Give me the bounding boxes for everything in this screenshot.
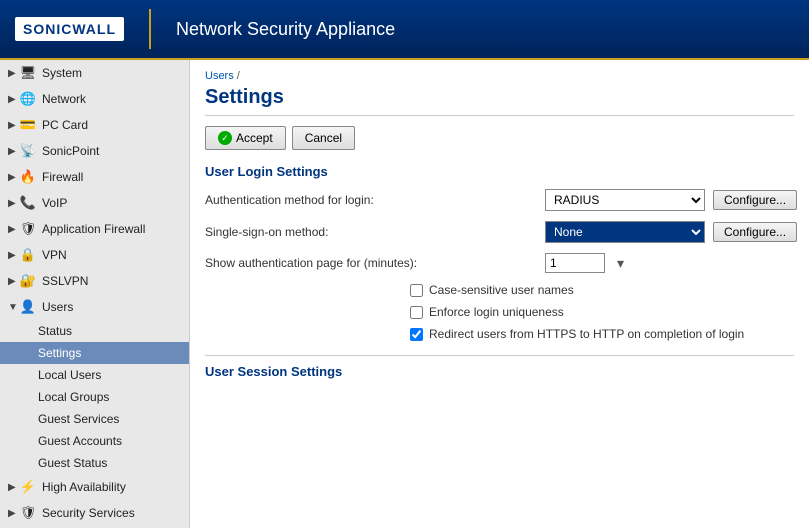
sidebar-item-security-services[interactable]: ▶ 🛡 Security Services [0, 500, 189, 526]
sidebar-sub-local-groups[interactable]: Local Groups [0, 386, 189, 408]
auth-method-control: RADIUS Local Users LDAP Configure... [545, 189, 797, 211]
arrow-network: ▶ [8, 94, 18, 105]
sidebar-item-sonicpoint[interactable]: ▶ 📡 SonicPoint [0, 138, 189, 164]
breadcrumb-separator: / [237, 70, 240, 82]
enforce-uniqueness-checkbox[interactable] [410, 306, 423, 319]
case-sensitive-checkbox[interactable] [410, 284, 423, 297]
page-title: Settings [205, 86, 794, 116]
app-firewall-icon: 🛡 [18, 221, 38, 237]
auth-method-row: Authentication method for login: RADIUS … [205, 189, 794, 211]
vpn-icon: 🔒 [18, 247, 38, 263]
accept-button[interactable]: ✓ Accept [205, 126, 286, 150]
user-login-section-title: User Login Settings [205, 164, 794, 179]
logo-area: SONICWALL Network Security Appliance [15, 9, 395, 49]
enforce-uniqueness-label: Enforce login uniqueness [429, 305, 564, 319]
logo-box: SONICWALL [15, 17, 124, 41]
spinner-icon[interactable]: ▾ [617, 255, 624, 272]
app-header: SONICWALL Network Security Appliance [0, 0, 809, 60]
arrow-sonicpoint: ▶ [8, 146, 18, 157]
sidebar-item-voip[interactable]: ▶ 📞 VoIP [0, 190, 189, 216]
auth-configure-button[interactable]: Configure... [713, 190, 797, 210]
arrow-firewall: ▶ [8, 172, 18, 183]
toolbar: ✓ Accept Cancel [205, 126, 794, 150]
sso-control: None SSO Agent Configure... [545, 221, 797, 243]
sso-row: Single-sign-on method: None SSO Agent Co… [205, 221, 794, 243]
sso-configure-button[interactable]: Configure... [713, 222, 797, 242]
sso-select[interactable]: None SSO Agent [545, 221, 705, 243]
show-auth-row: Show authentication page for (minutes): … [205, 253, 794, 273]
show-auth-input[interactable] [545, 253, 605, 273]
firewall-icon: 🔥 [18, 169, 38, 185]
checkbox-row-3: Redirect users from HTTPS to HTTP on com… [205, 327, 794, 341]
sidebar-item-pccard[interactable]: ▶ 💳 PC Card [0, 112, 189, 138]
sidebar: ▶ 🖥 System ▶ 🌐 Network ▶ 💳 PC Card ▶ 📡 S… [0, 60, 190, 528]
checkbox-row-2: Enforce login uniqueness [205, 305, 794, 319]
redirect-https-checkbox[interactable] [410, 328, 423, 341]
accept-icon: ✓ [218, 131, 232, 145]
sidebar-item-app-firewall[interactable]: ▶ 🛡 Application Firewall [0, 216, 189, 242]
breadcrumb: Users / [205, 70, 794, 82]
sidebar-sub-local-users[interactable]: Local Users [0, 364, 189, 386]
breadcrumb-parent[interactable]: Users [205, 70, 234, 82]
sidebar-item-system[interactable]: ▶ 🖥 System [0, 60, 189, 86]
sidebar-sub-guest-status[interactable]: Guest Status [0, 452, 189, 474]
sslvpn-icon: 🔐 [18, 273, 38, 289]
content-area: Users / Settings ✓ Accept Cancel User Lo… [190, 60, 809, 528]
logo-text: SONICWALL [23, 21, 116, 37]
users-icon: 👤 [18, 299, 38, 315]
case-sensitive-label: Case-sensitive user names [429, 283, 574, 297]
arrow-voip: ▶ [8, 198, 18, 209]
arrow-pccard: ▶ [8, 120, 18, 131]
system-icon: 🖥 [18, 65, 38, 81]
header-divider [149, 9, 151, 49]
cancel-button[interactable]: Cancel [292, 126, 355, 150]
checkbox-row-1: Case-sensitive user names [205, 283, 794, 297]
arrow-app-firewall: ▶ [8, 224, 18, 235]
voip-icon: 📞 [18, 195, 38, 211]
main-layout: ▶ 🖥 System ▶ 🌐 Network ▶ 💳 PC Card ▶ 📡 S… [0, 60, 809, 528]
arrow-users: ▼ [8, 302, 18, 313]
show-auth-label: Show authentication page for (minutes): [205, 256, 545, 270]
security-icon: 🛡 [18, 505, 38, 521]
sso-label: Single-sign-on method: [205, 225, 545, 239]
sidebar-item-vpn[interactable]: ▶ 🔒 VPN [0, 242, 189, 268]
ha-icon: ⚡ [18, 479, 38, 495]
app-title: Network Security Appliance [176, 19, 395, 40]
sidebar-item-firewall[interactable]: ▶ 🔥 Firewall [0, 164, 189, 190]
sidebar-item-sslvpn[interactable]: ▶ 🔐 SSLVPN [0, 268, 189, 294]
auth-method-select[interactable]: RADIUS Local Users LDAP [545, 189, 705, 211]
arrow-ha: ▶ [8, 482, 18, 493]
sidebar-sub-settings[interactable]: Settings [0, 342, 189, 364]
sidebar-sub-guest-services[interactable]: Guest Services [0, 408, 189, 430]
arrow-vpn: ▶ [8, 250, 18, 261]
sidebar-item-users[interactable]: ▼ 👤 Users [0, 294, 189, 320]
user-session-section-title: User Session Settings [205, 355, 794, 379]
arrow-system: ▶ [8, 68, 18, 79]
sonicpoint-icon: 📡 [18, 143, 38, 159]
sidebar-sub-guest-accounts[interactable]: Guest Accounts [0, 430, 189, 452]
network-icon: 🌐 [18, 91, 38, 107]
sidebar-sub-status[interactable]: Status [0, 320, 189, 342]
redirect-https-label: Redirect users from HTTPS to HTTP on com… [429, 327, 744, 341]
auth-method-label: Authentication method for login: [205, 193, 545, 207]
show-auth-control: ▾ [545, 253, 624, 273]
pccard-icon: 💳 [18, 117, 38, 133]
arrow-security: ▶ [8, 508, 18, 519]
sidebar-item-high-availability[interactable]: ▶ ⚡ High Availability [0, 474, 189, 500]
arrow-sslvpn: ▶ [8, 276, 18, 287]
sidebar-item-network[interactable]: ▶ 🌐 Network [0, 86, 189, 112]
